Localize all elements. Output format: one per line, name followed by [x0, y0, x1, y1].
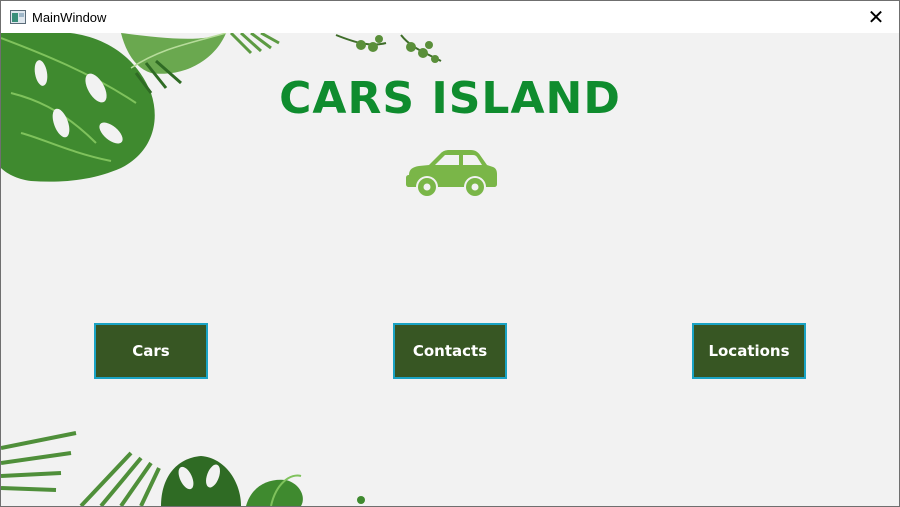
page-title: CARS ISLAND: [279, 73, 621, 124]
content-area: CARS ISLAND Cars Contacts Locations: [1, 33, 899, 506]
title-bar: MainWindow ✕: [1, 1, 899, 33]
contacts-button[interactable]: Contacts: [393, 323, 507, 379]
close-icon: ✕: [867, 5, 885, 29]
car-icon: [406, 150, 497, 198]
bottom-leaves-decoration: [1, 431, 365, 506]
cars-button[interactable]: Cars: [94, 323, 208, 379]
berry-branch-decoration: [335, 34, 442, 63]
close-button[interactable]: ✕: [853, 1, 899, 33]
main-window: MainWindow ✕ CARS ISLAND Cars Contacts L…: [0, 0, 900, 507]
window-title: MainWindow: [32, 9, 107, 25]
app-window-icon: [10, 10, 26, 24]
locations-button[interactable]: Locations: [692, 323, 806, 379]
